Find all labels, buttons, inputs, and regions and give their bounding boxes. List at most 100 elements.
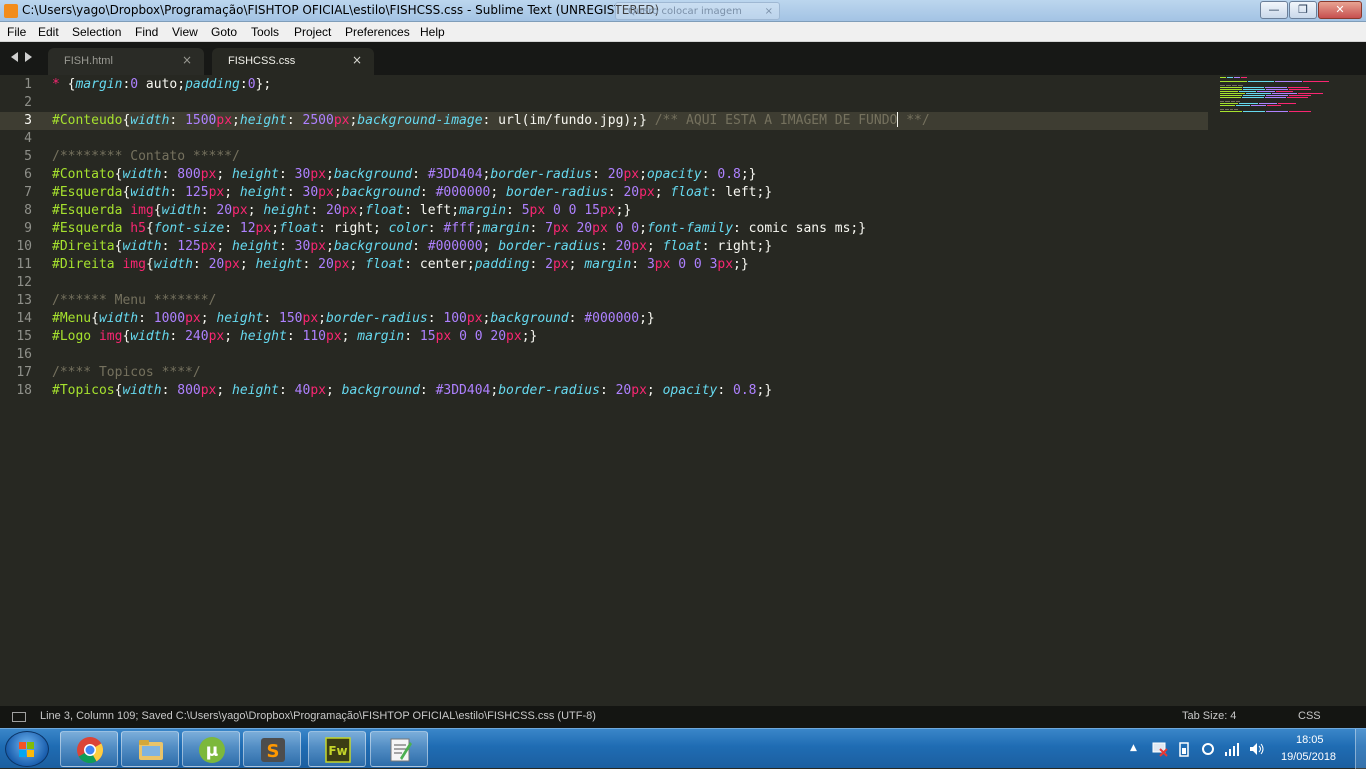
maximize-button[interactable]: ❐ [1289, 1, 1317, 19]
tab-fish-html[interactable]: FISH.html × [48, 48, 204, 75]
minimap-line [1242, 97, 1264, 98]
menu-help[interactable]: Help [420, 25, 445, 39]
menu-find[interactable]: Find [135, 25, 158, 39]
menu-view[interactable]: View [172, 25, 198, 39]
minimap-line [1266, 105, 1281, 106]
minimap-line [1302, 81, 1329, 82]
sync-icon[interactable] [1200, 741, 1216, 757]
minimap[interactable] [1208, 75, 1366, 706]
minimap-line [1275, 91, 1293, 92]
status-message: Line 3, Column 109; Saved C:\Users\yago\… [40, 710, 596, 722]
tab-close-icon[interactable]: × [182, 53, 192, 67]
panel-toggle-icon[interactable] [12, 712, 26, 722]
taskbar-utorrent[interactable]: µ [182, 731, 240, 767]
minimap-line [1287, 87, 1309, 88]
menu-preferences[interactable]: Preferences [345, 25, 410, 39]
minimize-button[interactable]: — [1260, 1, 1288, 19]
sublime-text-icon: S [261, 738, 285, 762]
minimap-line [1232, 85, 1237, 86]
code-line[interactable]: /****** Menu *******/ [52, 292, 216, 310]
minimap-line [1227, 77, 1233, 78]
menu-selection[interactable]: Selection [72, 25, 121, 39]
line-number: 2 [24, 95, 32, 110]
code-line[interactable]: #Direita img{width: 20px; height: 20px; … [52, 256, 749, 274]
minimap-line [1220, 81, 1247, 82]
taskbar-explorer[interactable] [121, 731, 179, 767]
code-line[interactable]: /**** Topicos ****/ [52, 364, 201, 382]
minimap-line [1220, 101, 1225, 102]
tab-close-icon[interactable]: × [352, 53, 362, 67]
menu-tools[interactable]: Tools [251, 25, 279, 39]
menu-goto[interactable]: Goto [211, 25, 237, 39]
minimap-line [1220, 87, 1242, 88]
line-number: 9 [24, 221, 32, 236]
minimap-line [1235, 105, 1250, 106]
taskbar-fireworks[interactable]: Fw [308, 731, 366, 767]
clock-time[interactable]: 18:05 [1296, 734, 1324, 746]
volume-icon[interactable] [1248, 741, 1266, 757]
code-line[interactable]: #Conteudo{width: 1500px;height: 2500px;b… [52, 112, 930, 130]
line-number: 1 [24, 77, 32, 92]
minimap-line [1251, 105, 1266, 106]
start-button[interactable] [5, 731, 49, 767]
minimap-line [1225, 101, 1230, 102]
close-window-button[interactable]: ✕ [1318, 1, 1362, 19]
code-line[interactable]: #Direita{width: 125px; height: 30px;back… [52, 238, 772, 256]
tab-fishcss-css[interactable]: FISHCSS.css × [212, 48, 374, 75]
minimap-line [1289, 111, 1311, 112]
chrome-icon [77, 737, 104, 764]
minimap-line [1247, 81, 1274, 82]
tab-bar: FISH.html × FISHCSS.css × [0, 42, 1366, 75]
line-number: 14 [16, 311, 32, 326]
sublime-glyph: S [267, 741, 280, 762]
tray-overflow-icon[interactable]: ▲ [1130, 743, 1137, 753]
tab-scroll-left-icon[interactable] [11, 52, 18, 62]
code-line[interactable]: #Topicos{width: 800px; height: 40px; bac… [52, 382, 772, 400]
line-number: 4 [24, 131, 32, 146]
minimap-line [1258, 103, 1277, 104]
line-number: 17 [16, 365, 32, 380]
sublime-app-icon [4, 4, 18, 18]
battery-icon[interactable] [1178, 741, 1190, 757]
show-desktop-button[interactable] [1355, 729, 1366, 769]
taskbar-notepad[interactable] [370, 731, 428, 767]
minimap-line [1286, 97, 1308, 98]
line-number: 8 [24, 203, 32, 218]
minimap-line [1235, 101, 1240, 102]
code-line[interactable]: #Esquerda h5{font-size: 12px;float: righ… [52, 220, 866, 238]
minimap-line [1239, 103, 1258, 104]
background-browser-tab-label: Quero colocar imagem [628, 6, 742, 17]
signal-icon[interactable] [1224, 741, 1240, 757]
menu-bar: File Edit Selection Find View Goto Tools… [0, 22, 1366, 42]
menu-edit[interactable]: Edit [38, 25, 59, 39]
menu-project[interactable]: Project [294, 25, 331, 39]
code-line[interactable]: * {margin:0 auto;padding:0}; [52, 76, 271, 94]
minimap-line [1220, 89, 1242, 90]
minimap-line [1266, 95, 1288, 96]
minimap-line [1289, 89, 1311, 90]
code-line[interactable]: #Menu{width: 1000px; height: 150px;borde… [52, 310, 655, 328]
code-line[interactable]: /******** Contato *****/ [52, 148, 240, 166]
taskbar-chrome[interactable] [60, 731, 118, 767]
minimap-line [1220, 77, 1226, 78]
code-line[interactable]: #Contato{width: 800px; height: 30px;back… [52, 166, 757, 184]
syntax-selector[interactable]: CSS [1298, 710, 1321, 722]
code-line[interactable]: #Logo img{width: 240px; height: 110px; m… [52, 328, 537, 346]
background-browser-tab: Quero colocar imagem × [615, 2, 780, 20]
tab-size-selector[interactable]: Tab Size: 4 [1182, 710, 1236, 722]
minimap-line [1243, 89, 1265, 90]
windows-taskbar: µ S Fw ▲ 18:05 19/05/2018 [0, 728, 1366, 769]
clock-date[interactable]: 19/05/2018 [1281, 751, 1336, 763]
tab-scroll-right-icon[interactable] [25, 52, 32, 62]
code-line[interactable]: #Esquerda img{width: 20px; height: 20px;… [52, 202, 631, 220]
title-bar: C:\Users\yago\Dropbox\Programação\FISHTO… [0, 0, 1366, 22]
menu-file[interactable]: File [7, 25, 26, 39]
minimap-line [1277, 103, 1296, 104]
code-editor[interactable]: 1 2 3 4 5 6 7 8 9 10 11 12 13 14 15 16 17 18 * {margin:0 … [0, 75, 1366, 706]
minimap-line [1220, 93, 1245, 94]
code-line[interactable]: #Esquerda{width: 125px; height: 30px;bac… [52, 184, 772, 202]
line-number: 3 [24, 113, 32, 128]
taskbar-sublime-text[interactable]: S [243, 731, 301, 767]
network-error-icon[interactable] [1152, 741, 1168, 757]
background-tab-close-icon: × [764, 6, 773, 17]
